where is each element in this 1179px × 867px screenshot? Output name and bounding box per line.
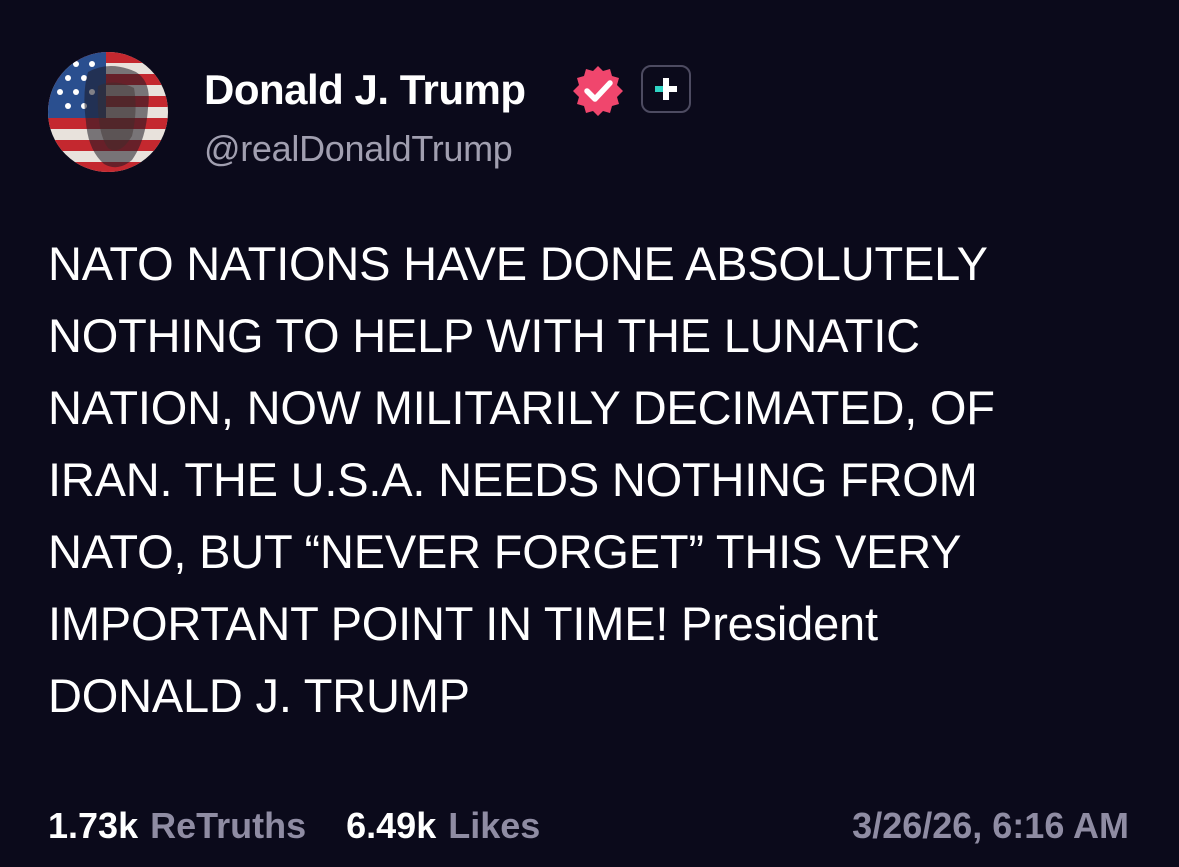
- display-name[interactable]: Donald J. Trump: [204, 66, 526, 114]
- retruths-count: 1.73k: [48, 805, 139, 846]
- likes-label: Likes: [448, 805, 541, 846]
- avatar[interactable]: [48, 52, 168, 172]
- verified-badge-icon: [570, 63, 626, 119]
- post-timestamp[interactable]: 3/26/26, 6:16 AM: [852, 800, 1129, 852]
- plus-badge-icon[interactable]: [641, 65, 691, 113]
- post-stats-bar: 1.73k ReTruths 6.49k Likes 3/26/26, 6:16…: [48, 800, 1129, 852]
- retruths-label: ReTruths: [150, 805, 307, 846]
- user-handle[interactable]: @realDonaldTrump: [204, 128, 513, 170]
- likes-stat[interactable]: 6.49k Likes: [346, 800, 540, 852]
- likes-count: 6.49k: [346, 805, 437, 846]
- post-text: NATO NATIONS HAVE DONE ABSOLUTELY NOTHIN…: [48, 237, 995, 722]
- retruths-stat[interactable]: 1.73k ReTruths: [48, 800, 306, 852]
